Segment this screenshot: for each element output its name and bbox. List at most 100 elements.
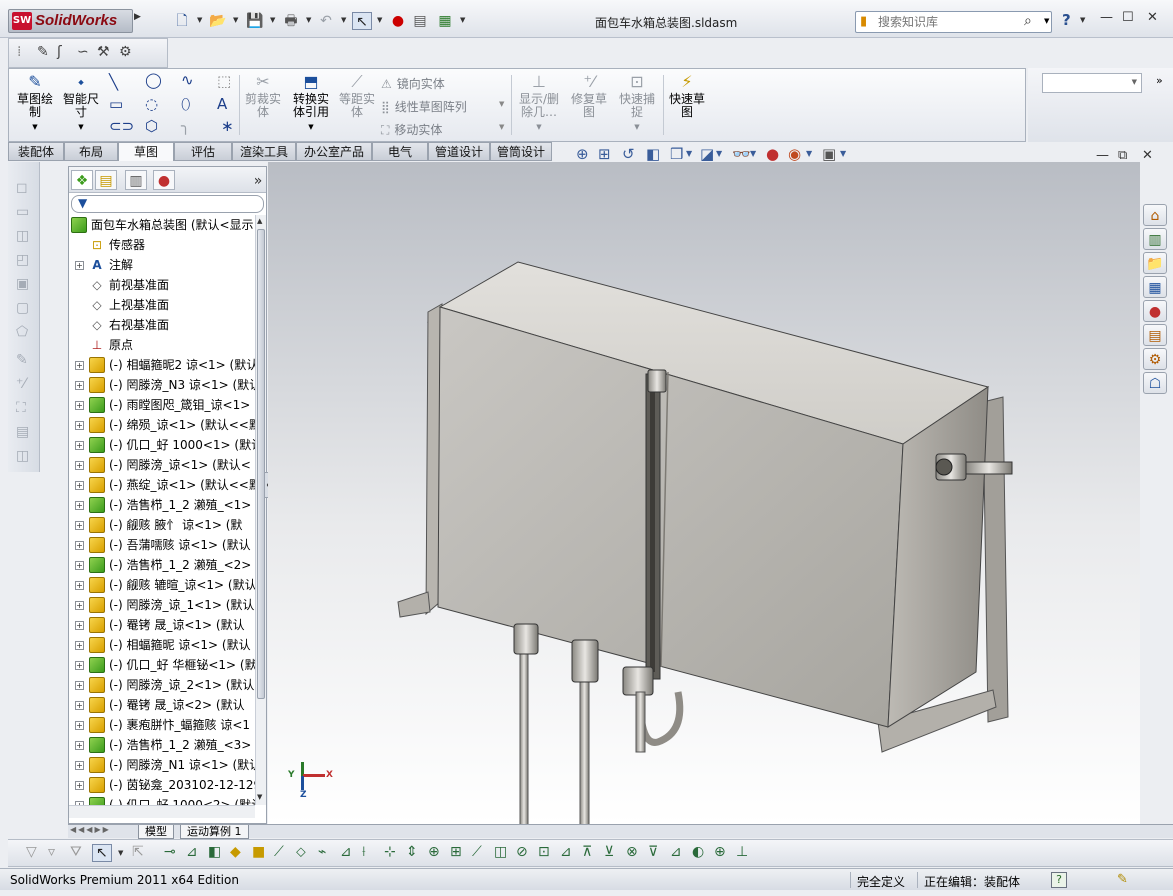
filter-weld-symbols-icon[interactable]: ⊘ <box>516 844 528 860</box>
loft-icon[interactable]: ▣ <box>16 276 29 292</box>
expand-toggle-icon[interactable]: + <box>75 261 84 270</box>
menu-expand-arrow-icon[interactable]: ▶ <box>134 12 141 22</box>
expand-tabs-icon[interactable]: » <box>247 171 269 191</box>
save-icon[interactable]: 💾 <box>245 12 265 30</box>
fillet-icon[interactable]: ╮ <box>181 117 190 135</box>
extrude-icon[interactable]: ◻ <box>16 180 28 196</box>
filter-surface-icon[interactable]: ◆ <box>230 844 241 860</box>
config-combo[interactable]: ▼ <box>1042 73 1142 93</box>
appearances-icon[interactable]: ● <box>1143 300 1167 322</box>
filter-toggle-icon[interactable]: ▽ <box>26 844 37 860</box>
search-input[interactable] <box>878 13 1023 31</box>
expand-toggle-icon[interactable]: + <box>75 541 84 550</box>
view-settings-dropdown-icon[interactable]: ▼ <box>840 149 846 158</box>
open-dropdown-icon[interactable]: ▼ <box>233 16 238 24</box>
convert-dropdown-icon[interactable]: ▼ <box>287 121 335 134</box>
new-dropdown-icon[interactable]: ▼ <box>197 16 202 24</box>
rotate-component-icon[interactable]: ▤ <box>16 424 29 440</box>
undo-icon[interactable]: ↶ <box>316 12 336 30</box>
hide-show-dropdown-icon[interactable]: ▼ <box>750 149 756 158</box>
filter-edges-icon[interactable]: ⊿ <box>186 844 198 860</box>
rebuild-traffic-light-icon[interactable]: ● <box>388 12 408 30</box>
tab-sketch[interactable]: 草图 <box>118 142 174 161</box>
move-component-icon[interactable]: ⛶ <box>16 400 26 416</box>
view-orientation-icon[interactable]: ❒ <box>670 145 683 163</box>
spline-icon[interactable]: ∿ <box>181 71 194 89</box>
filter-pointer-icon[interactable]: ⇱ <box>132 844 144 860</box>
display-manager-tab-icon[interactable]: ● <box>153 170 175 190</box>
filter-planes-icon[interactable]: ⬦ <box>296 844 306 860</box>
expand-toggle-icon[interactable]: + <box>75 681 84 690</box>
convert-entities-button[interactable]: ⬒ 转换实 体引用 ▼ <box>287 73 335 134</box>
linear-pattern-button[interactable]: ⣿ 线性草图阵列 <box>381 98 467 115</box>
custom-properties-icon[interactable]: ▤ <box>1143 324 1167 346</box>
ink-shape-icon[interactable]: ⚒ <box>97 44 110 60</box>
tab-routing-piping[interactable]: 管道设计 <box>428 142 490 161</box>
display-style-icon[interactable]: ◪ <box>700 145 714 163</box>
rectangle-icon[interactable]: ▭ <box>109 95 123 113</box>
zoom-to-area-icon[interactable]: ⊞ <box>598 145 611 163</box>
tab-model[interactable]: 模型 <box>138 825 174 839</box>
expand-toggle-icon[interactable]: + <box>75 701 84 710</box>
filter-sketch-points-icon[interactable]: ⌁ <box>318 844 326 860</box>
pattern-dropdown-icon[interactable]: ▼ <box>499 100 504 108</box>
view-orientation-dropdown-icon[interactable]: ▼ <box>686 149 692 158</box>
expand-toggle-icon[interactable]: + <box>75 661 84 670</box>
print-dropdown-icon[interactable]: ▼ <box>306 16 311 24</box>
mate-icon[interactable]: ◫ <box>16 448 29 464</box>
polygon-icon[interactable]: ⬡ <box>145 117 158 135</box>
select-arrow-icon[interactable]: ↖ <box>352 12 372 30</box>
relations-dropdown-icon[interactable]: ▼ <box>513 121 565 134</box>
knowledge-base-search[interactable]: ▮ ⌕ ▼ <box>855 11 1052 33</box>
filter-notes-icon[interactable]: ⟋ <box>472 844 482 860</box>
tab-routing-tubing[interactable]: 管筒设计 <box>490 142 552 161</box>
rebuild-pencil-icon[interactable]: ✎ <box>1117 872 1128 887</box>
rapid-sketch-button[interactable]: ⚡ 快速草 图 <box>665 73 709 119</box>
scroll-thumb[interactable] <box>257 229 265 699</box>
offset-entities-button[interactable]: ⟋ 等距实 体 <box>335 73 379 119</box>
sketch-tool-icon[interactable]: ✎ <box>16 352 28 368</box>
expand-toggle-icon[interactable]: + <box>75 601 84 610</box>
forum-icon[interactable]: ☖ <box>1143 372 1167 394</box>
tab-evaluate[interactable]: 评估 <box>174 142 232 161</box>
quick-tips-icon[interactable]: ? <box>1051 872 1067 888</box>
search-dropdown-icon[interactable]: ▼ <box>1044 17 1049 25</box>
ink-stroke-icon[interactable]: ʃ <box>57 44 62 60</box>
expand-toggle-icon[interactable]: + <box>75 461 84 470</box>
view-settings-icon[interactable]: ▣ <box>822 145 836 163</box>
solidworks-resources-icon[interactable]: ⌂ <box>1143 204 1167 226</box>
filter-geometric-tolerance-icon[interactable]: ⊞ <box>450 844 462 860</box>
doc-restore-icon[interactable]: ⧉ <box>1118 148 1127 163</box>
filter-silhouette-icon[interactable]: ◐ <box>692 844 704 860</box>
relations-tool-icon[interactable]: ⁺⁄ <box>16 376 26 392</box>
help-dropdown-icon[interactable]: ▼ <box>1080 16 1085 24</box>
tab-office-products[interactable]: 办公室产品 <box>296 142 372 161</box>
line-icon[interactable]: ╲ <box>109 73 118 91</box>
feature-manager-tab-icon[interactable]: ❖ <box>71 170 93 190</box>
print-icon[interactable]: 🖶 <box>281 12 301 30</box>
property-manager-tab-icon[interactable]: ▤ <box>95 170 117 190</box>
toolbar-more-icon[interactable]: » <box>1156 74 1163 87</box>
quick-snaps-button[interactable]: ⊡ 快速捕 捉 ▼ <box>615 73 659 134</box>
tab-electrical[interactable]: 电气 <box>372 142 428 161</box>
filter-solid-icon[interactable]: ■ <box>252 844 265 860</box>
hide-show-items-icon[interactable]: 👓 <box>732 145 751 163</box>
expand-toggle-icon[interactable]: + <box>75 621 84 630</box>
smart-dimension-dropdown-icon[interactable]: ▼ <box>59 121 103 134</box>
search-icon[interactable]: ⌕ <box>1024 13 1032 29</box>
expand-toggle-icon[interactable]: + <box>75 401 84 410</box>
expand-toggle-icon[interactable]: + <box>75 561 84 570</box>
sketch-plane-icon[interactable]: ▭ <box>16 204 29 220</box>
selection-arrow-icon[interactable]: ↖ <box>92 844 112 862</box>
filter-connection-points-icon[interactable]: ⊗ <box>626 844 638 860</box>
previous-view-icon[interactable]: ↺ <box>622 145 635 163</box>
toolbox-icon[interactable]: ⚙ <box>1143 348 1167 370</box>
file-explorer-icon[interactable]: 📁 <box>1143 252 1167 274</box>
expand-toggle-icon[interactable]: + <box>75 361 84 370</box>
filter-clear-icon[interactable]: ▿ <box>48 844 55 860</box>
arc-icon[interactable]: ◌ <box>145 95 158 113</box>
config-combo-arrow-icon[interactable]: ▼ <box>1132 78 1137 86</box>
circle-icon[interactable]: ◯ <box>145 71 162 89</box>
filter-select-all-icon[interactable]: ⛛ <box>70 844 82 860</box>
view-palette-icon[interactable]: ▦ <box>1143 276 1167 298</box>
